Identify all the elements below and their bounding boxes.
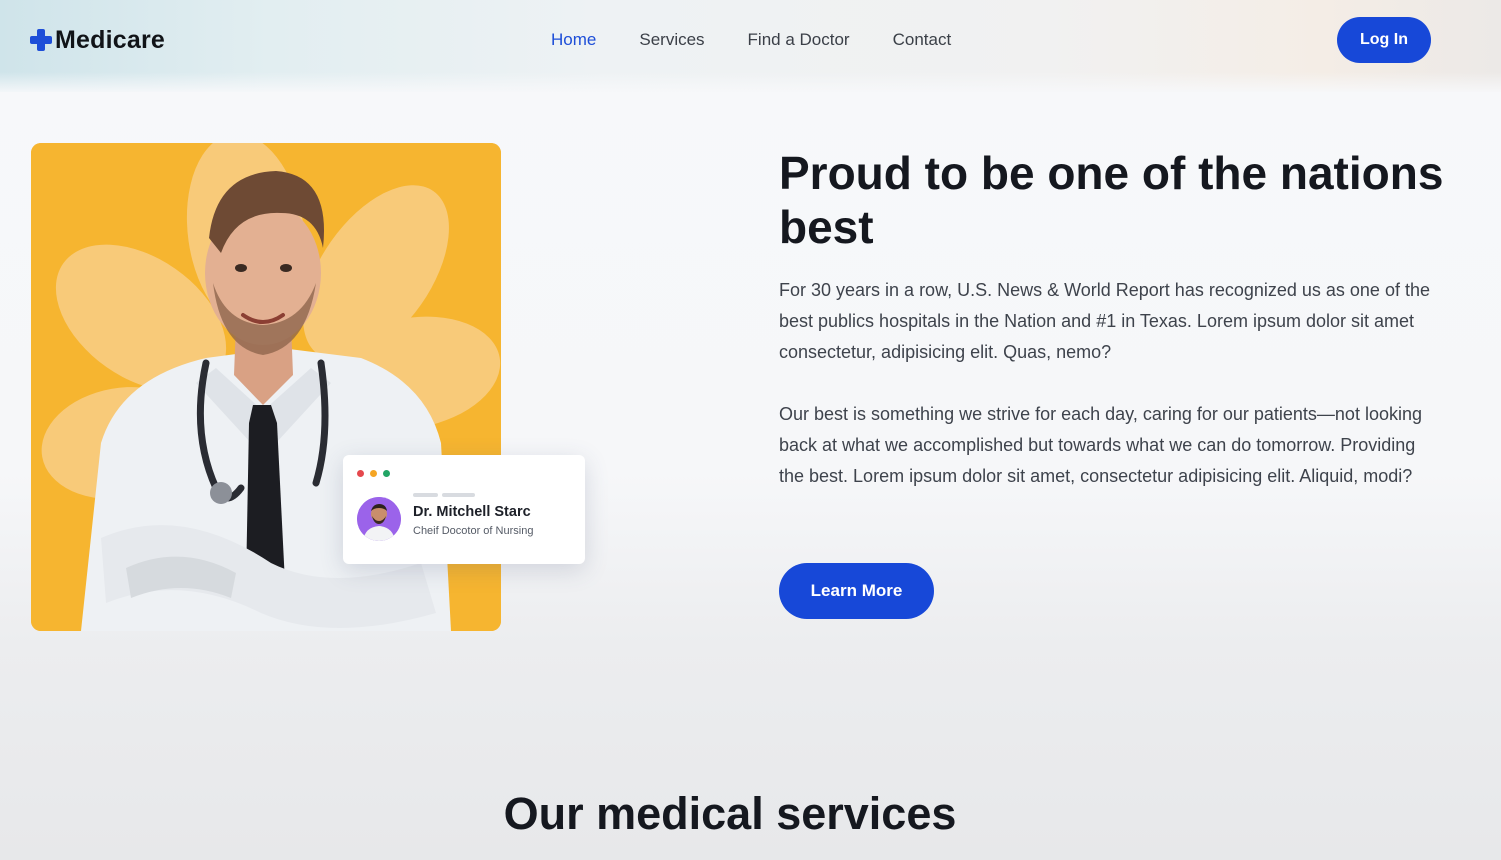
skeleton-line [442,493,475,497]
window-dot-green [383,470,390,477]
window-dot-yellow [370,470,377,477]
nav-link-find-a-doctor[interactable]: Find a Doctor [748,30,850,50]
doctor-name: Dr. Mitchell Starc [413,504,531,520]
site-header: Medicare Home Services Find a Doctor Con… [0,0,1501,92]
hero-title: Proud to be one of the nations best [779,147,1444,253]
hero-paragraph: Our best is something we strive for each… [779,404,1422,486]
nav-link-services[interactable]: Services [639,30,704,50]
nav-link-home[interactable]: Home [551,30,596,50]
window-dot-red [357,470,364,477]
doctor-role: Cheif Docotor of Nursing [413,525,534,537]
nav-link-contact[interactable]: Contact [893,30,952,50]
skeleton-line [413,493,438,497]
brand-name: Medicare [55,25,165,54]
main-nav: Home Services Find a Doctor Contact [551,30,994,50]
doctor-info-card: Dr. Mitchell Starc Cheif Docotor of Nurs… [343,455,585,564]
learn-more-button[interactable]: Learn More [779,563,934,619]
window-dots [357,470,390,477]
services-section-title: Our medical services [503,788,957,839]
avatar-illustration [357,497,401,541]
brand-logo[interactable]: Medicare [30,24,165,56]
plus-cross-icon [30,29,52,51]
login-button[interactable]: Log In [1337,17,1431,63]
hero-paragraph: For 30 years in a row, U.S. News & World… [779,280,1430,362]
doctor-avatar [357,497,401,541]
